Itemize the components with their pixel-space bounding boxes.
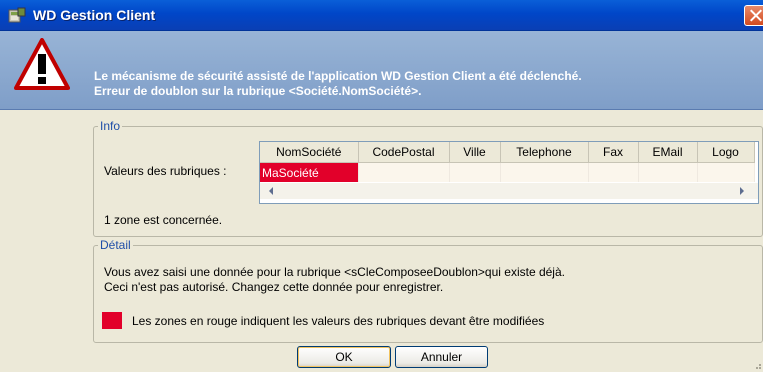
table-cell[interactable] (697, 162, 755, 182)
column-header[interactable]: EMail (638, 142, 698, 163)
cancel-button[interactable]: Annuler (395, 346, 488, 368)
detail-line-2: Ceci n'est pas autorisé. Changez cette d… (104, 280, 444, 294)
alert-message: Le mécanisme de sécurité assisté de l'ap… (94, 69, 582, 99)
zone-count-text: 1 zone est concernée. (104, 213, 223, 227)
detail-group-label: Détail (98, 238, 133, 252)
scroll-right-icon[interactable] (740, 187, 744, 195)
horizontal-scrollbar[interactable] (260, 183, 758, 199)
alert-message-line2: Erreur de doublon sur la rubrique <Socié… (94, 84, 422, 98)
resize-grip-icon[interactable] (752, 360, 762, 370)
values-label: Valeurs des rubriques : (104, 164, 227, 178)
column-header[interactable]: Ville (449, 142, 501, 163)
red-legend-swatch (102, 312, 122, 329)
table-cell[interactable] (449, 162, 501, 182)
table-header-row: NomSociété CodePostal Ville Telephone Fa… (260, 142, 755, 163)
info-group-label: Info (98, 119, 123, 133)
values-table-grid: NomSociété CodePostal Ville Telephone Fa… (260, 142, 755, 182)
window-title: WD Gestion Client (33, 7, 156, 23)
ok-button[interactable]: OK (297, 346, 391, 368)
table-cell[interactable] (588, 162, 639, 182)
table-cell[interactable]: MaSociété (260, 162, 359, 182)
column-header[interactable]: CodePostal (358, 142, 450, 163)
column-header[interactable]: Logo (697, 142, 755, 163)
title-bar[interactable]: WD Gestion Client (0, 0, 763, 31)
app-icon (8, 7, 26, 23)
table-cell[interactable] (500, 162, 589, 182)
detail-group: Détail (93, 238, 763, 343)
column-header[interactable]: Fax (588, 142, 639, 163)
table-row[interactable]: MaSociété (260, 162, 755, 182)
table-cell[interactable] (358, 162, 450, 182)
detail-line-1: Vous avez saisi une donnée pour la rubri… (104, 265, 565, 279)
alert-banner: Le mécanisme de sécurité assisté de l'ap… (0, 31, 763, 110)
column-header[interactable]: NomSociété (260, 142, 359, 163)
red-legend-text: Les zones en rouge indiquent les valeurs… (132, 314, 545, 328)
warning-icon (14, 38, 70, 90)
column-header[interactable]: Telephone (500, 142, 589, 163)
alert-message-line1: Le mécanisme de sécurité assisté de l'ap… (94, 69, 582, 83)
scroll-left-icon[interactable] (269, 187, 273, 195)
values-table[interactable]: NomSociété CodePostal Ville Telephone Fa… (259, 141, 759, 204)
close-button[interactable] (744, 5, 763, 26)
table-cell[interactable] (638, 162, 698, 182)
